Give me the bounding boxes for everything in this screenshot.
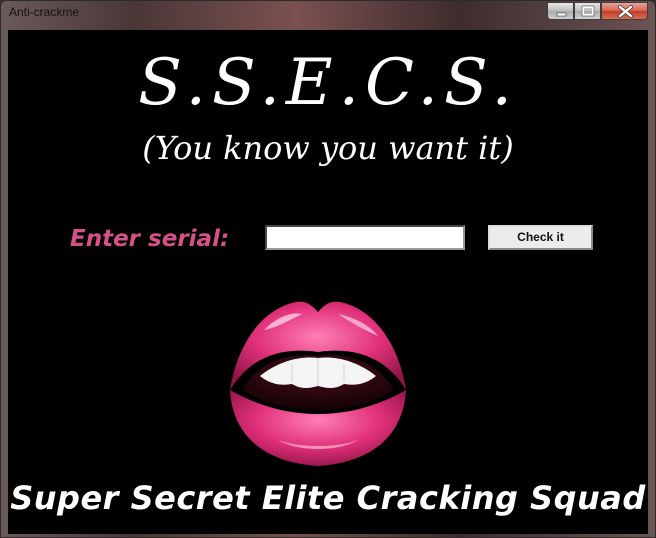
minimize-button[interactable]: [547, 2, 574, 20]
check-button[interactable]: Check it: [488, 225, 593, 250]
serial-input[interactable]: [265, 225, 465, 250]
minimize-icon: [556, 12, 567, 17]
maximize-icon: [581, 5, 595, 17]
squad-name: Super Secret Elite Cracking Squad: [10, 479, 646, 517]
maximize-button[interactable]: [574, 2, 601, 20]
tagline: (You know you want it): [142, 129, 514, 167]
lips-image: [230, 301, 406, 466]
window-title: Anti-crackme: [9, 5, 80, 19]
app-window: Anti-crackme S.S.E.C.S. (You know you wa…: [0, 0, 656, 538]
close-button[interactable]: [601, 2, 648, 20]
client-area: S.S.E.C.S. (You know you want it) Enter …: [8, 30, 648, 534]
close-icon: [618, 5, 633, 18]
title-bar[interactable]: Anti-crackme: [1, 1, 655, 23]
logo-text: S.S.E.C.S.: [138, 46, 518, 120]
serial-label: Enter serial:: [70, 226, 230, 252]
